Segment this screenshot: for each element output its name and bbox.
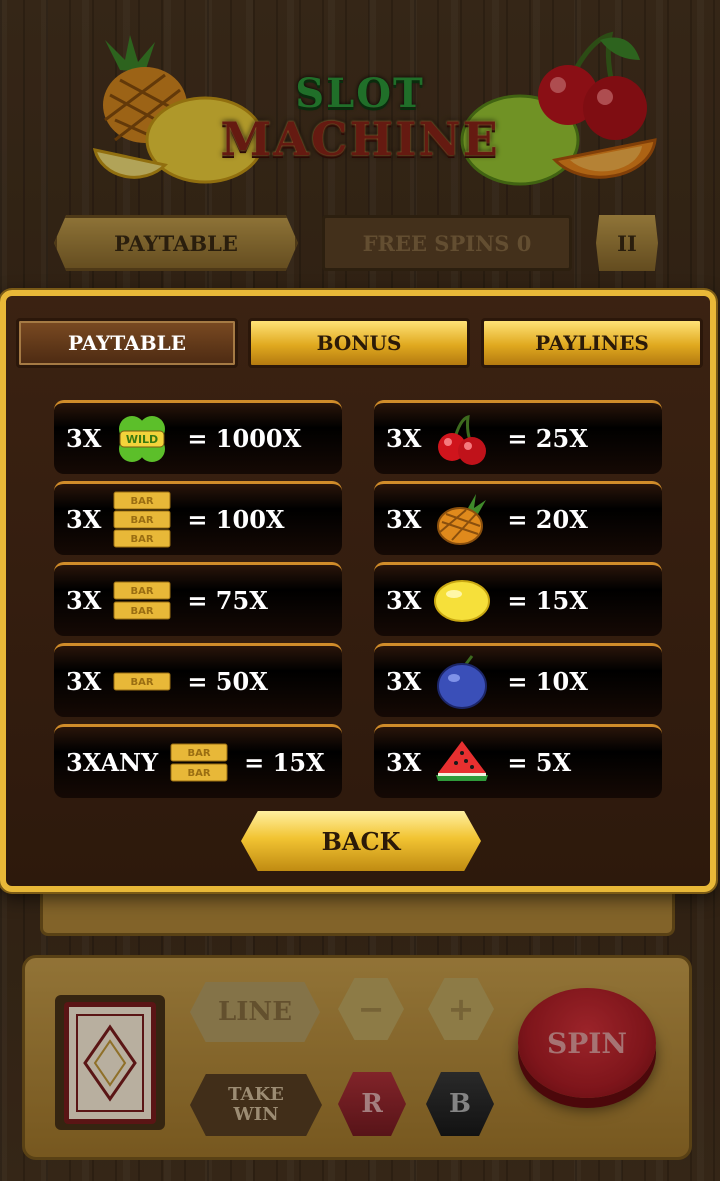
single-bar-icon: BAR: [111, 651, 173, 713]
back-button[interactable]: BACK: [241, 811, 481, 871]
bar-text: BAR: [131, 534, 154, 545]
plum-icon: [431, 651, 493, 713]
row-multiplier: 3X: [386, 505, 422, 534]
row-multiplier: 3X: [386, 748, 422, 777]
bar-text: BAR: [131, 496, 154, 507]
line-button[interactable]: LINE: [190, 982, 320, 1042]
tab-bonus[interactable]: BONUS: [248, 318, 470, 368]
logo-machine-text: MACHINE: [220, 112, 500, 166]
paytable-row-cherry: 3X = 25X: [374, 400, 662, 474]
row-multiplier: 3X: [386, 667, 422, 696]
tab-paylines[interactable]: PAYLINES: [481, 318, 703, 368]
row-payout: = 20X: [507, 505, 588, 534]
row-multiplier: 3X: [386, 586, 422, 615]
row-payout: = 10X: [507, 667, 588, 696]
take-win-label-line2: WIN: [233, 1104, 279, 1125]
bar-text: BAR: [188, 768, 211, 779]
paytable-row-lemon: 3X = 15X: [374, 562, 662, 636]
cherry-icon: [431, 408, 493, 470]
take-win-button[interactable]: TAKE WIN: [190, 1074, 322, 1136]
row-multiplier: 3X: [66, 586, 102, 615]
triple-bar-icon: BAR BAR BAR: [111, 489, 173, 551]
bar-text: BAR: [131, 606, 154, 617]
paytable-row-single-bar: 3X BAR = 50X: [54, 643, 342, 717]
row-payout: = 25X: [507, 424, 588, 453]
paytable-row-pineapple: 3X = 20X: [374, 481, 662, 555]
paytable-row-triple-bar: 3X BAR BAR BAR = 100X: [54, 481, 342, 555]
row-payout: = 15X: [244, 748, 325, 777]
free-spins-counter: FREE SPINS 0: [322, 215, 572, 271]
tab-paytable[interactable]: PAYTABLE: [16, 318, 238, 368]
paytable-button[interactable]: PAYTABLE: [54, 215, 298, 271]
row-multiplier: 3X: [66, 667, 102, 696]
take-win-label-line1: TAKE: [228, 1084, 284, 1105]
any-bar-icon: BAR BAR: [168, 732, 230, 794]
pineapple-icon: [431, 489, 493, 551]
row-multiplier: 3X: [386, 424, 422, 453]
row-payout: = 1000X: [187, 424, 302, 453]
playing-card-back: [64, 1002, 156, 1124]
reel-strip: [40, 892, 675, 936]
logo: SLOT MACHINE: [0, 0, 720, 205]
logo-slot-text: SLOT: [295, 70, 425, 117]
wild-text: WILD: [126, 433, 158, 446]
paytable-row-double-bar: 3X BAR BAR = 75X: [54, 562, 342, 636]
row-payout: = 75X: [187, 586, 268, 615]
row-multiplier: 3XANY: [66, 748, 159, 777]
lemon-icon: [431, 570, 493, 632]
row-payout: = 50X: [187, 667, 268, 696]
pause-button[interactable]: II: [596, 215, 658, 271]
row-payout: = 15X: [507, 586, 588, 615]
watermelon-icon: [431, 732, 493, 794]
bar-text: BAR: [131, 677, 154, 688]
bar-text: BAR: [131, 515, 154, 526]
double-bar-icon: BAR BAR: [111, 570, 173, 632]
paytable-row-watermelon: 3X = 5X: [374, 724, 662, 798]
row-payout: = 100X: [187, 505, 285, 534]
wild-clover-icon: WILD: [111, 408, 173, 470]
bar-text: BAR: [131, 586, 154, 597]
paytable-row-any-bar: 3XANY BAR BAR = 15X: [54, 724, 342, 798]
card-pattern-icon: [76, 1014, 144, 1112]
paytable-row-wild: 3X WILD = 1000X: [54, 400, 342, 474]
row-payout: = 5X: [507, 748, 572, 777]
row-multiplier: 3X: [66, 424, 102, 453]
paytable-panel: PAYTABLE BONUS PAYLINES 3X WILD = 1000X …: [0, 290, 716, 892]
row-multiplier: 3X: [66, 505, 102, 534]
bar-text: BAR: [188, 748, 211, 759]
paytable-row-plum: 3X = 10X: [374, 643, 662, 717]
spin-button[interactable]: SPIN: [518, 988, 656, 1098]
